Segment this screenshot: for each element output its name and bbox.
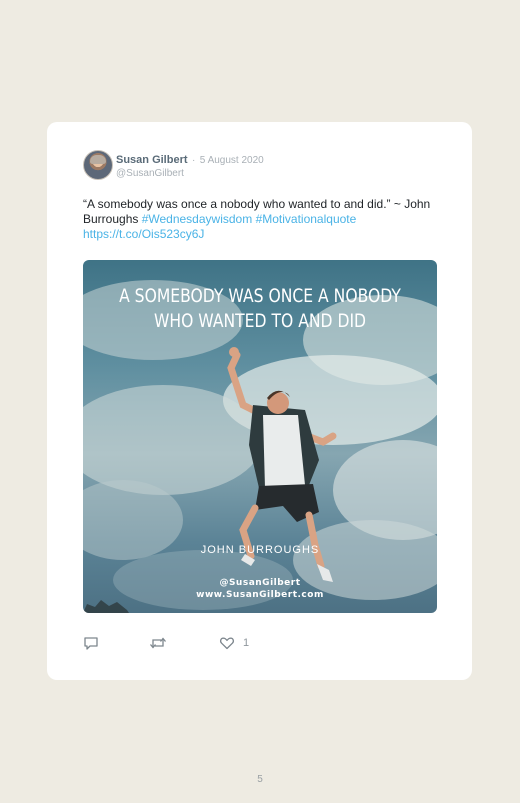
hashtag-wednesdaywisdom[interactable]: #Wednesdaywisdom: [142, 212, 253, 226]
avatar[interactable]: [83, 150, 113, 180]
image-author: JOHN BURROUGHS: [200, 544, 320, 556]
tweet-actions: 1: [83, 635, 423, 653]
tweet-card: Susan Gilbert · 5 August 2020 @SusanGilb…: [47, 122, 472, 680]
tweet-date[interactable]: 5 August 2020: [200, 155, 264, 166]
avatar-hair: [90, 155, 106, 164]
tweet-link[interactable]: https://t.co/Ois523cy6J: [83, 227, 204, 241]
tweet-image[interactable]: A SOMEBODY WAS ONCE A NOBODY WHO WANTED …: [83, 260, 437, 613]
retweet-icon: [150, 637, 166, 649]
tweet-header: Susan Gilbert · 5 August 2020 @SusanGilb…: [116, 152, 264, 180]
image-quote-line-2: WHO WANTED TO AND DID: [153, 310, 367, 332]
author-handle[interactable]: @SusanGilbert: [116, 167, 264, 180]
like-count: 1: [243, 637, 250, 649]
page-number: 5: [257, 774, 263, 785]
retweet-button[interactable]: [149, 635, 167, 653]
tweet-text: “A somebody was once a nobody who wanted…: [83, 197, 445, 242]
header-separator: ·: [191, 155, 196, 166]
heart-icon: [219, 637, 235, 650]
image-url: www.SusanGilbert.com: [196, 590, 324, 600]
hashtag-motivationalquote[interactable]: #Motivationalquote: [256, 212, 357, 226]
image-quote: A SOMEBODY WAS ONCE A NOBODY WHO WANTED …: [115, 284, 405, 334]
author-name[interactable]: Susan Gilbert: [116, 154, 188, 166]
image-quote-line-1: A SOMEBODY WAS ONCE A NOBODY: [119, 285, 401, 307]
image-handle: @SusanGilbert: [219, 578, 301, 588]
like-button[interactable]: [219, 635, 235, 653]
reply-button[interactable]: [83, 635, 99, 653]
reply-icon: [84, 637, 98, 650]
